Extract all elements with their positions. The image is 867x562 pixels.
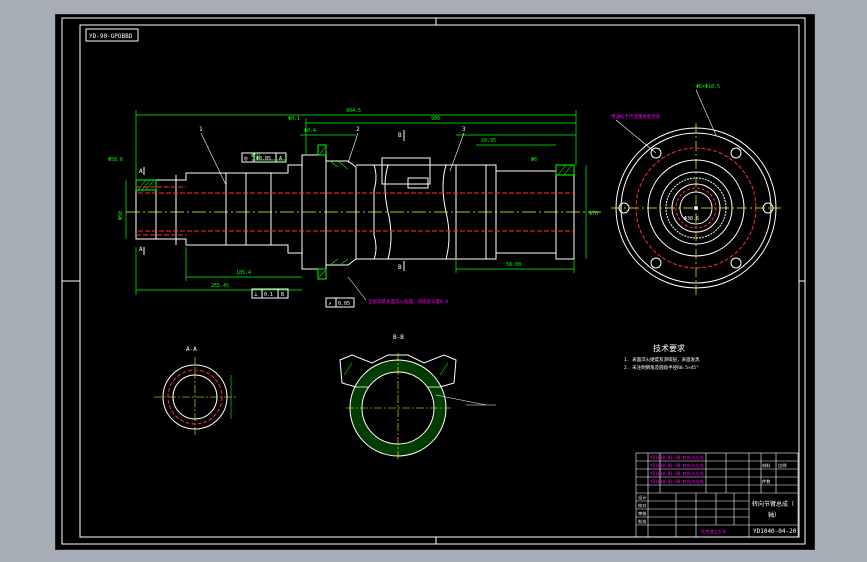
- main-shaft-view: A A B B: [126, 130, 601, 280]
- revision-row-3: YD1040-01-08 转向节总成: [650, 470, 704, 477]
- section-a-a: A-A: [154, 346, 236, 437]
- svg-text:0.1: 0.1: [264, 292, 273, 298]
- end-view: [611, 89, 781, 295]
- part-callout-2: 2: [356, 126, 360, 133]
- svg-text:B: B: [281, 292, 284, 298]
- title-header-1: 材料: [762, 462, 771, 469]
- dim-right-flange: Φ70: [589, 211, 598, 217]
- dim-lower-total: 265.45: [211, 283, 229, 289]
- part-callout-3: 3: [462, 126, 466, 133]
- signature-row-4: 批准: [638, 518, 646, 525]
- svg-text:◎: ◎: [244, 155, 248, 162]
- revision-row-4: YD1040-01-08 转向节总成: [650, 478, 704, 485]
- svg-text:0.05: 0.05: [338, 301, 350, 307]
- dim-20: 20.35: [481, 138, 496, 144]
- stamp-text: YD-90-GPOBBD: [89, 33, 133, 40]
- svg-text:A: A: [279, 156, 282, 162]
- dim-lower-left: 185.4: [236, 270, 251, 276]
- dim-right-top: Φ6: [531, 157, 537, 163]
- tech-req-item-2: 2. 未注明倒角及圆角半径R0.5×45°: [624, 364, 699, 371]
- section-marker-a-bottom: A: [139, 246, 143, 253]
- svg-text:↗: ↗: [328, 300, 332, 307]
- title-header-2: 比例: [778, 462, 786, 469]
- section-marker-b-top: B: [398, 132, 402, 139]
- svg-text:⊥: ⊥: [254, 291, 258, 298]
- dim-top-detail-2: Φ0.1: [288, 116, 300, 122]
- revision-row-1: YD1040-01-08 转向节总成: [650, 454, 704, 461]
- drawing-number: YD1040-04-20: [753, 528, 797, 535]
- dim-middle: 900: [431, 116, 440, 122]
- signature-row-2: 校对: [638, 502, 646, 509]
- end-view-leader-note: 用油标卡尺测量各配合处: [611, 113, 661, 120]
- dim-top-detail: Φ0.4: [304, 128, 316, 134]
- dim-left-vertical: Φ50: [118, 211, 124, 220]
- dim-overall-length: 904.5: [346, 108, 361, 114]
- section-marker-a-top: A: [139, 168, 143, 175]
- tech-requirements: 技术要求 1. 表面淬火硬度及渗碳层，表面发黑 2. 未注明倒角及圆角半径R0.…: [624, 343, 700, 371]
- part-callout-1: 1: [199, 126, 203, 133]
- end-view-bore: Φ30.6: [684, 216, 699, 222]
- section-a-a-title: A-A: [186, 346, 197, 353]
- tech-req-item-1: 1. 表面淬火硬度及渗碳层，表面发黑: [624, 356, 700, 363]
- signature-row-3: 审核: [638, 510, 647, 517]
- title-header-3: 件数: [762, 478, 771, 485]
- cad-drawing: YD-90-GPOBBD A A B B 904.5 900 185.4 265…: [61, 17, 806, 545]
- drawing-name-2: 轴）: [768, 511, 780, 519]
- leader-note-2: 全部渗碳表面淬火处理，渗碳层深度0.8: [368, 298, 448, 305]
- tolerance-frame-1: ◎ Φ0.05 A: [241, 152, 287, 163]
- tolerance-frame-3: ↗ 0.05: [325, 297, 355, 308]
- drawing-sheet: YD-90-GPOBBD A A B B 904.5 900 185.4 265…: [55, 14, 815, 550]
- section-b-b-title: B-B: [393, 334, 404, 341]
- svg-text:Φ0.05: Φ0.05: [256, 156, 271, 162]
- inner-frame: [79, 24, 800, 538]
- title-org: 北京理工大学: [701, 528, 726, 535]
- section-b-b: B-B: [339, 334, 496, 461]
- dim-58: 58.00: [506, 262, 521, 268]
- section-marker-b-bottom: B: [398, 264, 402, 271]
- revision-row-2: YD1040-01-08 转向节总成: [650, 462, 704, 469]
- drawing-name: 转向节臂总成（: [752, 500, 794, 508]
- tech-req-title: 技术要求: [653, 343, 685, 353]
- dim-left-dia: Φ58.6: [108, 157, 123, 163]
- end-view-hole-note: Φ6×Φ18.5: [696, 84, 720, 90]
- signature-row-1: 设计: [638, 494, 646, 501]
